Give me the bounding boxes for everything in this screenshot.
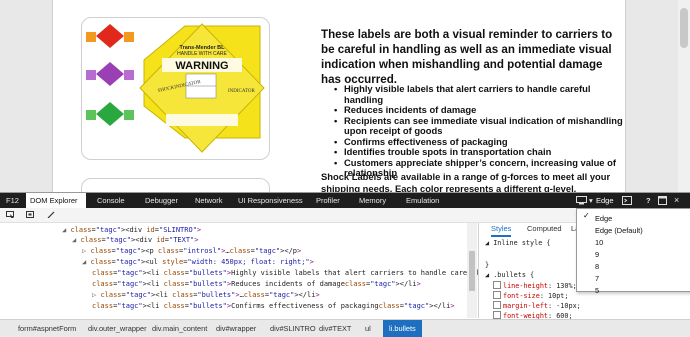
breadcrumb-item[interactable]: form#aspnetForm (18, 320, 76, 337)
dom-node-line[interactable]: class="tagc"><li class="bullets">Confirm… (92, 301, 455, 311)
property-value[interactable]: 10pt; (548, 292, 568, 300)
document-mode-option[interactable]: 10 (595, 237, 603, 249)
property-name[interactable]: margin-left (503, 302, 548, 310)
label-warning-text: WARNING (175, 60, 228, 72)
property-name[interactable]: font-size (503, 292, 540, 300)
breadcrumb-item[interactable]: div#wrapper (216, 320, 256, 337)
page-margin-left (0, 0, 52, 192)
checkmark-icon: ✓ (583, 211, 590, 220)
dom-node-line[interactable]: ◢ class="tagc"><ul style="width: 450px; … (82, 257, 314, 267)
intro-paragraph: These labels are both a visual reminder … (321, 28, 613, 86)
document-mode-dropdown[interactable]: ✓ Edge Edge (Default) 10 9 8 7 5 (576, 208, 690, 295)
breadcrumb-item[interactable]: div#SLINTRO (270, 320, 316, 337)
purple-label-diamond (96, 62, 124, 86)
document-mode-option[interactable]: 8 (595, 261, 599, 273)
close-icon[interactable]: × (674, 193, 679, 208)
dom-tree[interactable]: ◢ class="tagc"><div id="SLINTRO"> ◢ class… (0, 223, 478, 318)
document-mode-option[interactable]: Edge (Default) (595, 225, 643, 237)
expand-triangle-icon[interactable]: ◢ (485, 271, 489, 279)
breadcrumb-item[interactable]: div#TEXT (319, 320, 351, 337)
property-checkbox[interactable] (493, 291, 501, 299)
label-indicator-text: INDICATOR (228, 89, 256, 94)
breadcrumb: form#aspnetForm div.outer_wrapper div.main… (0, 319, 690, 337)
page-scrollbar-thumb[interactable] (680, 8, 688, 48)
tab-styles[interactable]: Styles (491, 223, 512, 237)
property-value[interactable]: -10px; (556, 302, 581, 310)
tab-memory[interactable]: Memory (359, 193, 386, 208)
edit-icon[interactable] (47, 211, 55, 218)
expand-triangle-icon[interactable]: ◢ (485, 239, 489, 247)
breadcrumb-item[interactable]: ul (365, 320, 371, 337)
property-value[interactable]: 130%; (556, 282, 576, 290)
dom-scrollbar-thumb[interactable] (469, 251, 475, 291)
content-border-left (52, 0, 53, 192)
tab-ui-responsiveness[interactable]: UI Responsiveness (238, 193, 303, 208)
document-mode-option[interactable]: 9 (595, 249, 599, 261)
tab-emulation[interactable]: Emulation (406, 193, 439, 208)
tab-computed[interactable]: Computed (527, 223, 562, 235)
shock-labels-paragraph: Shock Labels are available in a range of… (321, 171, 611, 192)
bullets-rule: ◢ .bullets { (485, 270, 534, 280)
label-handle-text: HANDLE WITH CARE (177, 51, 227, 57)
style-property[interactable]: font-size: 10pt; (493, 291, 569, 301)
property-checkbox[interactable] (493, 281, 501, 289)
property-checkbox[interactable] (493, 301, 501, 309)
breadcrumb-item[interactable]: li.bullets (383, 320, 422, 337)
help-icon[interactable]: ? (646, 193, 651, 208)
tab-debugger[interactable]: Debugger (145, 193, 178, 208)
f12-label: F12 (6, 196, 19, 205)
breadcrumb-item[interactable]: div.outer_wrapper (88, 320, 147, 337)
style-property[interactable]: line-height: 130%; (493, 281, 577, 291)
list-item: Recipients can see immediate visual indi… (334, 115, 624, 137)
breadcrumb-item[interactable]: div.main_content (152, 320, 207, 337)
dom-node-line[interactable]: class="tagc"><li class="bullets">Reduces… (92, 279, 421, 289)
features-bullet-list: Highly visible labels that alert carrier… (334, 83, 624, 179)
list-item: Identifies trouble spots in transportati… (334, 146, 624, 158)
tab-profiler[interactable]: Profiler (316, 193, 340, 208)
highlight-icon[interactable] (26, 211, 34, 218)
property-name[interactable]: line-height (503, 282, 548, 290)
document-mode-select[interactable]: Edge (596, 193, 614, 208)
shock-label-illustration: Trans-Mender BL HANDLE WITH CARE WARNING… (86, 23, 265, 153)
inline-style-close: } (485, 261, 490, 269)
inline-style-rule: ◢ Inline style { (485, 238, 550, 248)
bullets-selector: .bullets { (493, 271, 535, 279)
list-item: Highly visible labels that alert carrier… (334, 83, 624, 105)
property-checkbox[interactable] (493, 311, 501, 319)
document-mode-option[interactable]: 5 (595, 285, 599, 297)
dom-node-line[interactable]: ◢ class="tagc"><div id="TEXT"> (72, 235, 199, 245)
inline-style-selector: Inline style { (493, 239, 551, 247)
undock-icon[interactable] (658, 196, 668, 205)
tab-console[interactable]: Console (97, 193, 125, 208)
green-label-diamond (96, 102, 124, 126)
second-image-frame (81, 178, 270, 192)
web-page: Trans-Mender BL HANDLE WITH CARE WARNING… (0, 0, 690, 192)
dom-node-line[interactable]: ◢ class="tagc"><div id="SLINTRO"> (62, 225, 201, 235)
devtools-tab-bar: F12 DOM Explorer Console Debugger Networ… (0, 193, 690, 208)
style-property[interactable]: margin-left: -10px; (493, 301, 581, 311)
console-icon[interactable] (622, 196, 632, 205)
dom-node-line[interactable]: class="tagc"><li class="bullets">Highly … (92, 268, 478, 278)
document-mode-option[interactable]: 7 (595, 273, 599, 285)
document-mode-option[interactable]: Edge (595, 213, 612, 225)
tab-dom-explorer[interactable]: DOM Explorer (26, 193, 86, 208)
chevron-down-icon[interactable]: ▾ (589, 193, 593, 208)
list-item: Reduces incidents of damage (334, 104, 624, 116)
dom-node-line[interactable]: ▷ class="tagc"><li class="bullets">…clas… (92, 290, 320, 300)
dom-node-line[interactable]: ▷ class="tagc"><p class="introsl">…class… (82, 246, 301, 256)
red-label-diamond (96, 24, 124, 48)
tab-network[interactable]: Network (195, 193, 223, 208)
select-element-icon[interactable] (6, 211, 14, 218)
shock-label-image: Trans-Mender BL HANDLE WITH CARE WARNING… (81, 17, 270, 160)
browser-profile-icon[interactable] (576, 196, 588, 205)
